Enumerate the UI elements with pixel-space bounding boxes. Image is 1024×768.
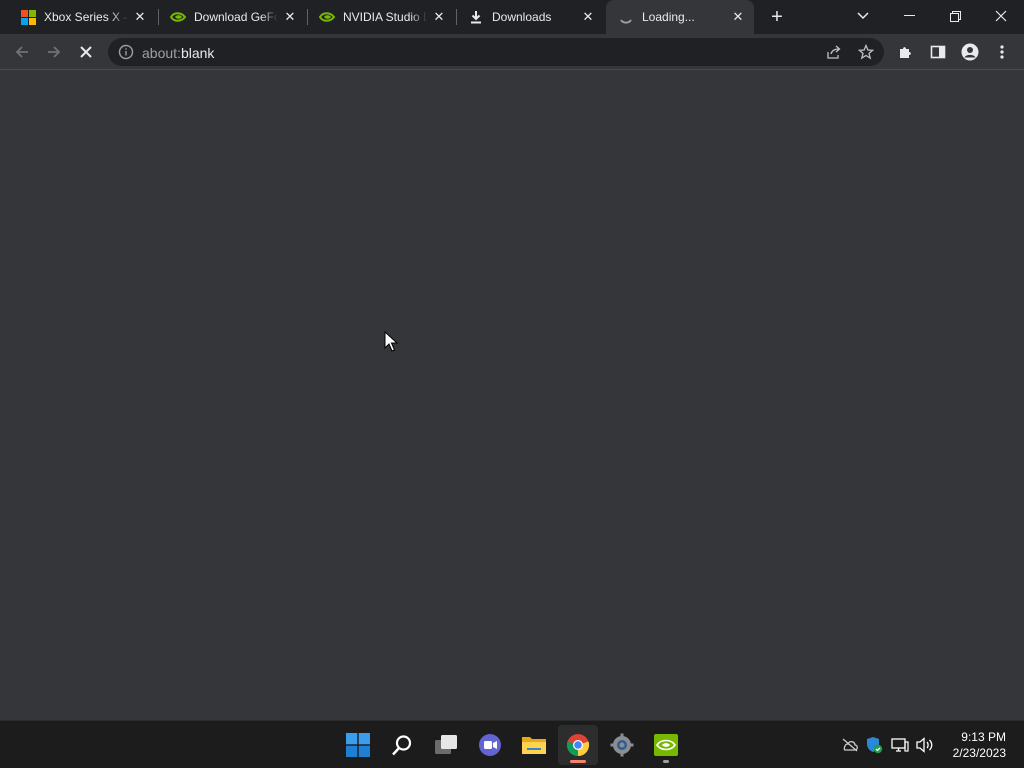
close-window-button[interactable] bbox=[978, 0, 1024, 32]
teams-chat-button[interactable] bbox=[470, 725, 510, 765]
tab-strip: Xbox Series X – Microsoft ✕ Download GeF… bbox=[0, 0, 1024, 34]
chrome-logo-icon bbox=[566, 734, 590, 757]
bookmark-button[interactable] bbox=[856, 42, 876, 62]
tab-downloads[interactable]: Downloads ✕ bbox=[456, 0, 604, 34]
nvidia-geforce-button[interactable] bbox=[646, 725, 686, 765]
url-text[interactable]: about:blank bbox=[142, 45, 214, 61]
search-button[interactable] bbox=[382, 725, 422, 765]
stop-loading-button[interactable] bbox=[72, 38, 100, 66]
tab-loading[interactable]: Loading... ✕ bbox=[606, 0, 754, 34]
microsoft-logo-icon bbox=[20, 9, 36, 25]
restore-icon bbox=[949, 10, 961, 22]
task-view-icon bbox=[435, 735, 457, 754]
chevron-down-icon bbox=[857, 12, 869, 20]
clock-time: 9:13 PM bbox=[961, 730, 1006, 744]
chrome-menu-button[interactable] bbox=[988, 38, 1016, 66]
onedrive-icon[interactable] bbox=[840, 735, 860, 755]
file-explorer-button[interactable] bbox=[514, 725, 554, 765]
running-indicator bbox=[663, 760, 669, 763]
teams-chat-icon bbox=[479, 734, 501, 756]
share-icon bbox=[827, 45, 841, 59]
profile-avatar-icon bbox=[961, 43, 979, 61]
folder-icon bbox=[522, 737, 546, 754]
minimize-icon bbox=[903, 15, 915, 16]
download-icon bbox=[468, 9, 484, 25]
nvidia-logo-icon bbox=[319, 9, 335, 25]
minimize-button[interactable] bbox=[886, 0, 932, 32]
url-host: blank bbox=[180, 45, 215, 61]
start-button[interactable] bbox=[338, 725, 378, 765]
tab-xbox[interactable]: Xbox Series X – Microsoft ✕ bbox=[8, 0, 156, 34]
puzzle-piece-icon bbox=[900, 47, 911, 58]
close-tab-icon[interactable]: ✕ bbox=[132, 9, 148, 25]
tab-nvidia-studio[interactable]: NVIDIA Studio Drivers ✕ bbox=[307, 0, 455, 34]
share-button[interactable] bbox=[824, 42, 844, 62]
forward-button[interactable] bbox=[40, 38, 68, 66]
new-tab-button[interactable]: + bbox=[765, 5, 789, 29]
close-icon bbox=[995, 10, 1007, 22]
profile-button[interactable] bbox=[956, 38, 984, 66]
windows-taskbar: 9:13 PM 2/23/2023 bbox=[0, 720, 1024, 768]
gear-icon bbox=[610, 733, 634, 757]
volume-icon[interactable] bbox=[915, 735, 935, 755]
address-bar[interactable]: about:blank bbox=[108, 38, 884, 66]
close-tab-icon[interactable]: ✕ bbox=[431, 9, 447, 25]
search-icon bbox=[392, 735, 412, 756]
system-clock[interactable]: 9:13 PM 2/23/2023 bbox=[953, 729, 1006, 761]
tab-title: Downloads bbox=[492, 10, 552, 24]
arrow-right-icon bbox=[48, 46, 61, 58]
close-tab-icon[interactable]: ✕ bbox=[282, 9, 298, 25]
task-view-button[interactable] bbox=[426, 725, 466, 765]
nvidia-logo-icon bbox=[170, 9, 186, 25]
clock-date: 2/23/2023 bbox=[952, 746, 1006, 760]
stop-icon bbox=[80, 46, 92, 58]
side-panel-icon bbox=[930, 45, 946, 59]
restore-button[interactable] bbox=[932, 0, 978, 32]
tab-title: Loading... bbox=[642, 10, 695, 24]
tab-search-button[interactable] bbox=[840, 0, 886, 32]
network-icon[interactable] bbox=[890, 735, 910, 755]
browser-toolbar: about:blank bbox=[0, 34, 1024, 70]
windows-security-icon[interactable] bbox=[864, 735, 884, 755]
url-scheme: about: bbox=[142, 45, 181, 61]
back-button[interactable] bbox=[8, 38, 36, 66]
extensions-button[interactable] bbox=[892, 38, 920, 66]
tab-title: NVIDIA Studio Drivers bbox=[343, 10, 427, 24]
tab-title: Download GeForce Experience bbox=[194, 10, 278, 24]
arrow-left-icon bbox=[15, 46, 28, 58]
mouse-cursor-icon bbox=[384, 331, 398, 352]
nvidia-logo-icon bbox=[654, 734, 678, 756]
windows-logo-icon bbox=[346, 733, 370, 757]
side-panel-button[interactable] bbox=[924, 38, 952, 66]
close-tab-icon[interactable]: ✕ bbox=[580, 9, 596, 25]
tab-geforce-experience[interactable]: Download GeForce Experience ✕ bbox=[158, 0, 306, 34]
page-content bbox=[0, 70, 1024, 720]
kebab-menu-icon bbox=[1000, 45, 1004, 59]
tab-title: Xbox Series X – Microsoft bbox=[44, 10, 128, 24]
settings-button[interactable] bbox=[602, 725, 642, 765]
close-tab-icon[interactable]: ✕ bbox=[730, 9, 746, 25]
loading-spinner-icon bbox=[618, 9, 634, 25]
star-icon bbox=[858, 44, 874, 60]
chrome-button[interactable] bbox=[558, 725, 598, 765]
running-indicator bbox=[570, 760, 586, 763]
info-icon[interactable] bbox=[118, 44, 134, 60]
